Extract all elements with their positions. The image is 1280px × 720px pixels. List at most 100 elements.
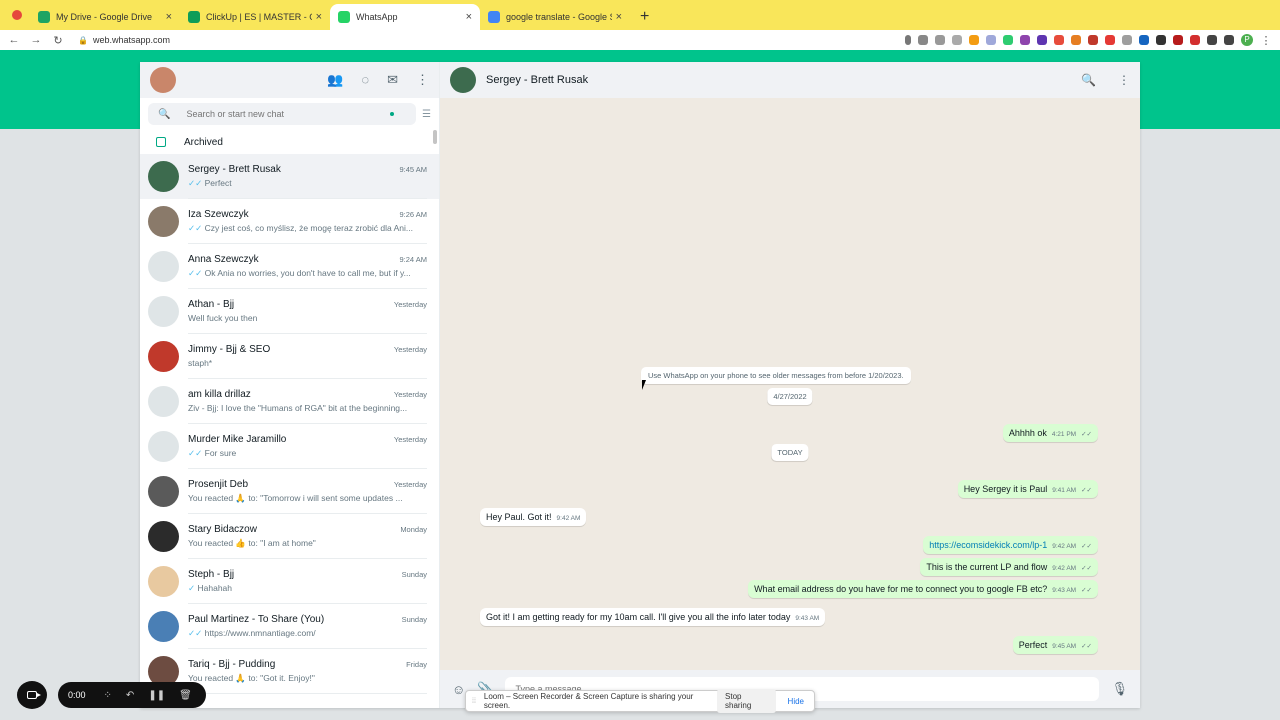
chat-avatar xyxy=(148,431,179,462)
search-box[interactable]: 🔍 xyxy=(148,103,417,125)
incoming-message[interactable]: Hey Paul. Got it! 9:42 AM xyxy=(480,508,587,526)
sidebar-icon[interactable] xyxy=(1224,35,1234,45)
browser-menu-icon[interactable]: ⋮ xyxy=(1260,34,1272,47)
close-tab-icon[interactable]: × xyxy=(616,11,622,23)
address-bar[interactable]: 🔒 web.whatsapp.com xyxy=(78,35,170,45)
read-receipt-icon: ✓ xyxy=(188,582,196,593)
loom-camera-button[interactable] xyxy=(17,681,47,709)
outgoing-message[interactable]: Hey Sergey it is Paul 9:41 AM ✓✓ xyxy=(957,480,1098,498)
extensions-toolbar: P ⋮ xyxy=(905,34,1272,47)
chat-list-item[interactable]: am killa drillaz Yesterday Ziv - Bjj: I lo… xyxy=(140,379,439,424)
chat-preview: ✓✓ For sure xyxy=(188,448,427,459)
contact-avatar[interactable] xyxy=(450,67,476,93)
sidebar-scrollbar[interactable] xyxy=(433,130,437,144)
chat-preview: ✓✓ Ok Ania no worries, you don't have to… xyxy=(188,268,427,279)
puzzle-icon[interactable] xyxy=(1207,35,1217,45)
trash-icon[interactable]: 🗑 xyxy=(179,690,192,701)
chat-list-item[interactable]: Athan - Bjj Yesterday Well fuck you then xyxy=(140,289,439,334)
search-input[interactable] xyxy=(186,109,367,119)
menu-icon[interactable]: ⋮ xyxy=(416,72,429,88)
extension-icon[interactable] xyxy=(1054,35,1064,45)
extension-icon[interactable] xyxy=(1139,35,1149,45)
read-receipt-icon: ✓✓ xyxy=(1081,431,1092,438)
chat-list-item[interactable]: Iza Szewczyk 9:26 AM ✓✓ Czy jest coś, co m… xyxy=(140,199,439,244)
chat-list-item[interactable]: Anna Szewczyk 9:24 AM ✓✓ Ok Ania no worrie… xyxy=(140,244,439,289)
chat-list-item[interactable]: Stary Bidaczow Monday You reacted 👍 to: "I… xyxy=(140,514,439,559)
contact-name[interactable]: Sergey - Brett Rusak xyxy=(486,74,588,86)
extension-icon[interactable] xyxy=(1190,35,1200,45)
extension-icon[interactable] xyxy=(1156,35,1166,45)
chat-body: Stary Bidaczow Monday You reacted 👍 to: "I… xyxy=(188,514,427,559)
filter-icon[interactable]: ☰ xyxy=(422,109,431,120)
chat-preview: You reacted 🙏 to: "Tomorrow i will sent … xyxy=(188,493,427,504)
outgoing-message[interactable]: This is the current LP and flow 9:42 AM ✓✓ xyxy=(920,558,1098,576)
message-text[interactable]: https://ecomsidekick.com/lp-1 xyxy=(929,540,1047,550)
communities-icon[interactable]: 👥 xyxy=(327,72,343,88)
undo-icon[interactable]: ↶ xyxy=(126,690,134,701)
new-tab-button[interactable]: + xyxy=(630,8,659,30)
chat-list-item[interactable]: Steph - Bjj Sunday ✓ Hahahah xyxy=(140,559,439,604)
back-icon[interactable]: ← xyxy=(8,34,20,46)
browser-tab[interactable]: ClickUp | ES | MASTER - Goog × xyxy=(180,4,330,30)
search-icon[interactable]: 🔍 xyxy=(1081,73,1096,87)
outgoing-message[interactable]: Ahhhh ok 4:21 PM ✓✓ xyxy=(1002,424,1098,442)
extension-icon[interactable] xyxy=(969,35,979,45)
browser-tab[interactable]: My Drive - Google Drive × xyxy=(30,4,180,30)
browser-tab[interactable]: google translate - Google Sear × xyxy=(480,4,630,30)
mic-icon[interactable] xyxy=(905,35,911,45)
chat-avatar xyxy=(148,476,179,507)
pause-icon[interactable]: ❚❚ xyxy=(148,690,165,701)
chat-list-item[interactable]: Paul Martinez - To Share (You) Sunday ✓✓ h… xyxy=(140,604,439,649)
whatsapp-app: 👥 ◌ ✉ ⋮ 🔍 ☰ Archived Sergey - Brett Rusa… xyxy=(140,62,1140,708)
extension-icon[interactable] xyxy=(1020,35,1030,45)
extension-icon[interactable] xyxy=(1173,35,1183,45)
reload-icon[interactable]: ↻ xyxy=(52,34,64,47)
chat-preview: Ziv - Bjj: I love the "Humans of RGA" bi… xyxy=(188,403,427,413)
chat-list-item[interactable]: Murder Mike Jaramillo Yesterday ✓✓ For sur… xyxy=(140,424,439,469)
browser-tab[interactable]: WhatsApp × xyxy=(330,4,480,30)
emoji-icon[interactable]: ☺ xyxy=(452,682,465,697)
conversation-header: Sergey - Brett Rusak 🔍 ⋮ xyxy=(440,62,1140,98)
close-tab-icon[interactable]: × xyxy=(166,11,172,23)
archived-row[interactable]: Archived xyxy=(140,130,439,154)
drag-handle-icon[interactable]: ⁞⁞ xyxy=(472,698,476,705)
profile-avatar[interactable]: P xyxy=(1241,34,1253,46)
new-chat-icon[interactable]: ✉ xyxy=(387,72,398,88)
extension-icon[interactable] xyxy=(1003,35,1013,45)
install-icon[interactable] xyxy=(918,35,928,45)
star-icon[interactable] xyxy=(952,35,962,45)
loading-indicator xyxy=(390,112,395,116)
chat-list-item[interactable]: Sergey - Brett Rusak 9:45 AM ✓✓ Perfect xyxy=(140,154,439,199)
forward-icon[interactable]: → xyxy=(30,34,42,46)
extension-icon[interactable] xyxy=(1071,35,1081,45)
extension-icon[interactable] xyxy=(1088,35,1098,45)
extension-icon[interactable] xyxy=(986,35,996,45)
close-tab-icon[interactable]: × xyxy=(316,11,322,23)
share-icon[interactable] xyxy=(935,35,945,45)
extension-icon[interactable] xyxy=(1105,35,1115,45)
outgoing-message[interactable]: What email address do you have for me to… xyxy=(748,580,1098,598)
conversation-pane: Sergey - Brett Rusak 🔍 ⋮ Use WhatsApp on… xyxy=(440,62,1140,708)
outgoing-message[interactable]: https://ecomsidekick.com/lp-1 9:42 AM ✓✓ xyxy=(923,536,1098,554)
message-time: 9:42 AM xyxy=(1052,565,1077,572)
hide-banner-button[interactable]: Hide xyxy=(784,697,808,706)
menu-icon[interactable]: ⋮ xyxy=(1118,73,1130,87)
microphone-icon[interactable]: 🎙 xyxy=(1111,681,1128,697)
close-tab-icon[interactable]: × xyxy=(466,11,472,23)
incoming-message[interactable]: Got it! I am getting ready for my 10am c… xyxy=(480,608,826,626)
search-icon: 🔍 xyxy=(158,108,171,120)
outgoing-message[interactable]: Perfect 9:45 AM ✓✓ xyxy=(1012,636,1098,654)
extension-icon[interactable] xyxy=(1122,35,1132,45)
chat-list-item[interactable]: Jimmy - Bjj & SEO Yesterday staph* xyxy=(140,334,439,379)
chat-time: Yesterday xyxy=(393,479,427,489)
chat-body: Athan - Bjj Yesterday Well fuck you then xyxy=(188,289,427,334)
chat-list-item[interactable]: Prosenjit Deb Yesterday You reacted 🙏 to: … xyxy=(140,469,439,514)
stop-sharing-button[interactable]: Stop sharing xyxy=(717,689,776,713)
status-icon[interactable]: ◌ xyxy=(361,72,369,88)
chat-name: Paul Martinez - To Share (You) xyxy=(188,613,325,625)
extension-icon[interactable] xyxy=(1037,35,1047,45)
chat-name: Jimmy - Bjj & SEO xyxy=(188,344,271,355)
grid-icon[interactable]: ⁘ xyxy=(104,690,112,701)
my-avatar[interactable] xyxy=(150,67,176,93)
window-close-dot[interactable] xyxy=(12,10,22,20)
